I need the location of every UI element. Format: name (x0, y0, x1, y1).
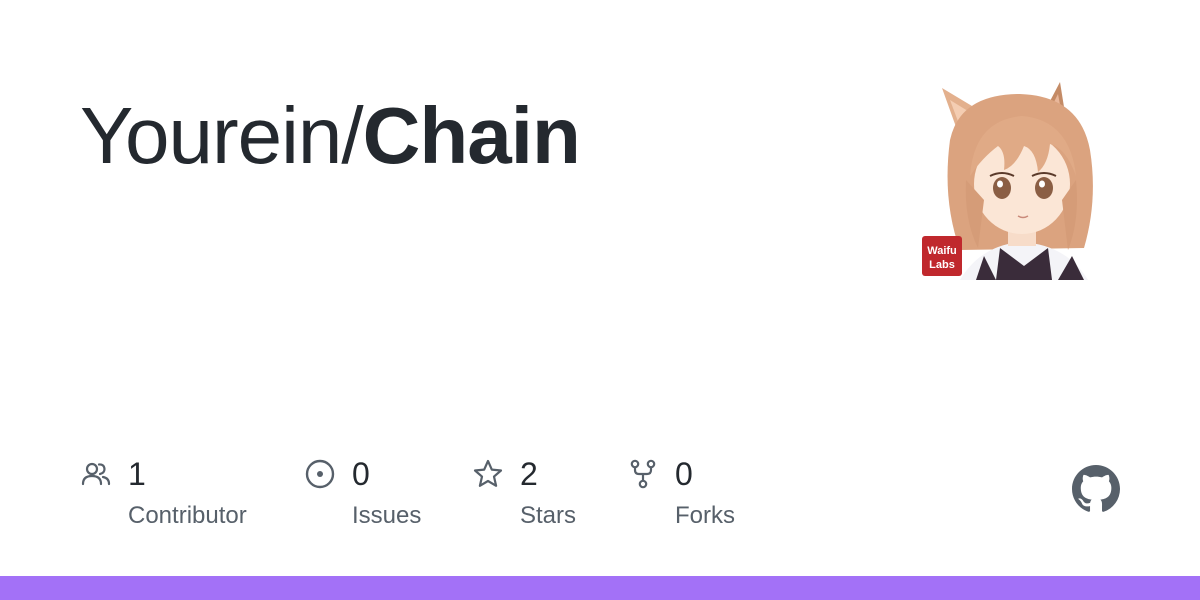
badge-line-2: Labs (929, 259, 955, 271)
repo-title[interactable]: Yourein/Chain (80, 88, 581, 184)
stat-stars-value: 2 (520, 456, 538, 492)
star-icon (473, 459, 503, 487)
stat-issues-value: 0 (352, 456, 370, 492)
stat-issues-label: Issues (352, 502, 422, 529)
avatar-image: Waifu Labs (920, 80, 1120, 280)
repo-owner[interactable]: Yourein/ (80, 91, 364, 180)
social-preview-card: Yourein/Chain Waifu Labs 1 Contributor 0… (0, 0, 1200, 600)
stat-forks-value: 0 (675, 456, 693, 492)
github-mark-icon[interactable] (1072, 465, 1120, 513)
language-color-bar (0, 576, 1200, 600)
owner-avatar: Waifu Labs (920, 80, 1120, 280)
stat-stars-label: Stars (520, 502, 577, 529)
people-icon (81, 462, 111, 486)
repo-name[interactable]: Chain (363, 91, 581, 180)
badge-line-1: Waifu (927, 245, 957, 257)
issue-opened-icon (305, 459, 335, 489)
stat-contributors-value: 1 (128, 456, 146, 492)
repo-forked-icon (630, 459, 656, 489)
stat-contributors-label: Contributor (128, 502, 247, 529)
stat-forks-label: Forks (675, 502, 735, 529)
